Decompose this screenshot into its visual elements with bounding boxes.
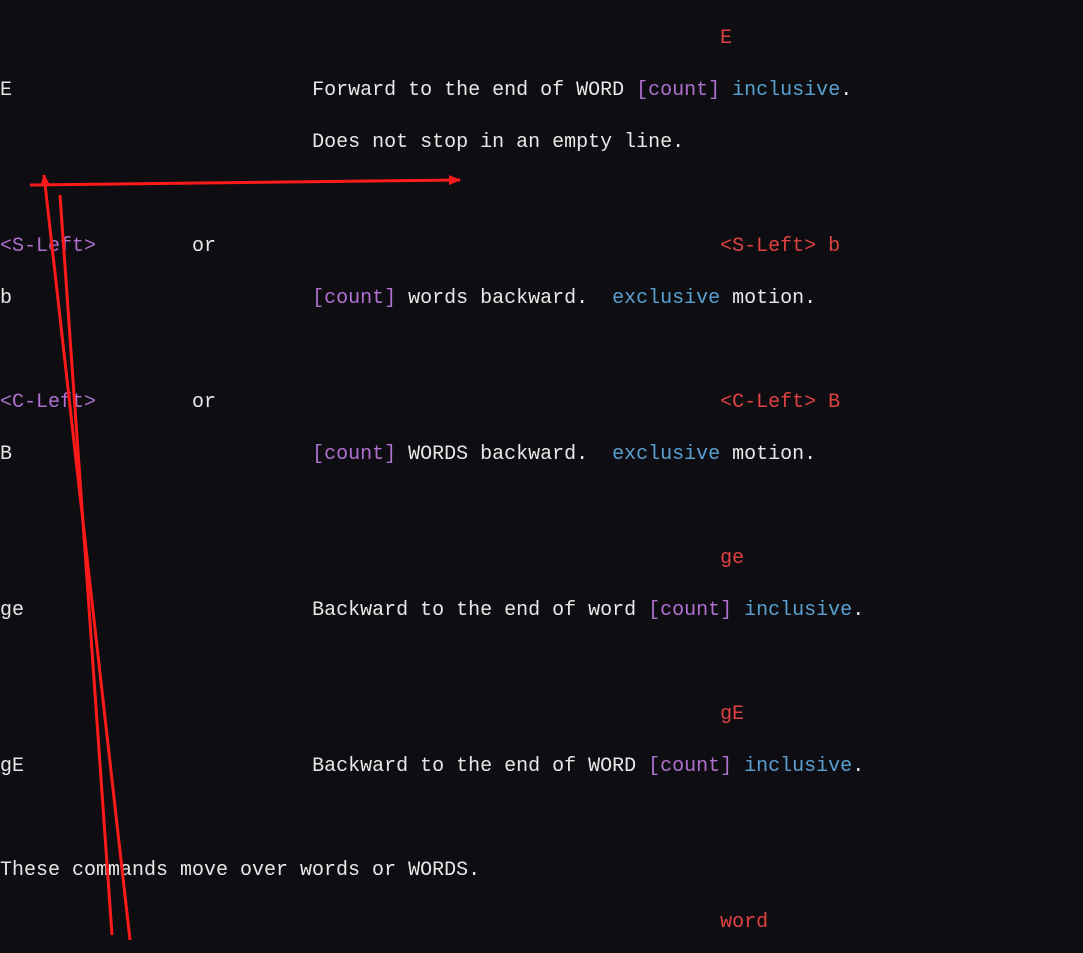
count-link-b: [count] — [312, 287, 396, 310]
blank — [0, 494, 1083, 520]
motion-b: motion. — [720, 287, 816, 310]
tag-b: b — [816, 235, 840, 258]
blank — [0, 338, 1083, 364]
cmd-gE: gE — [0, 755, 24, 778]
help-line-tag-E: E — [0, 26, 1083, 52]
help-line-b: b [count] words backward. exclusive moti… — [0, 286, 1083, 312]
count-link-gE: [count] — [648, 755, 732, 778]
desc-gE-pre: Backward to the end of WORD — [312, 755, 648, 778]
help-line-gE: gE Backward to the end of WORD [count] i… — [0, 754, 1083, 780]
inclusive-link-ge: inclusive — [744, 599, 852, 622]
help-line-B: B [count] WORDS backward. exclusive moti… — [0, 442, 1083, 468]
inclusive-link: inclusive — [732, 79, 840, 102]
help-line-tag-word: word — [0, 910, 1083, 936]
help-line-tag-gE: gE — [0, 702, 1083, 728]
inclusive-link-gE: inclusive — [744, 755, 852, 778]
help-line-these: These commands move over words or WORDS. — [0, 858, 1083, 884]
help-line-cleft: <C-Left> or <C-Left> B — [0, 390, 1083, 416]
vim-terminal: E E Forward to the end of WORD [count] i… — [0, 0, 1083, 953]
desc-E-pre: Forward to the end of WORD — [312, 79, 636, 102]
help-line-ge: ge Backward to the end of word [count] i… — [0, 598, 1083, 624]
cmd-ge: ge — [0, 599, 24, 622]
blank — [0, 182, 1083, 208]
exclusive-link-B: exclusive — [612, 443, 720, 466]
key-s-left: <S-Left> — [0, 235, 96, 258]
key-c-left: <C-Left> — [0, 391, 96, 414]
tag-c-left: <C-Left> — [720, 391, 816, 414]
blank — [0, 650, 1083, 676]
cmd-b: b — [0, 287, 12, 310]
tag-s-left: <S-Left> — [720, 235, 816, 258]
help-line-E2: Does not stop in an empty line. — [0, 130, 1083, 156]
motion-B: motion. — [720, 443, 816, 466]
desc-B: WORDS backward. — [396, 443, 612, 466]
tag-ge: ge — [720, 547, 744, 570]
count-link-B: [count] — [312, 443, 396, 466]
tag-gE: gE — [720, 703, 744, 726]
cmd-B: B — [0, 443, 12, 466]
help-line-sleft: <S-Left> or <S-Left> b — [0, 234, 1083, 260]
count-link-ge: [count] — [648, 599, 732, 622]
desc-b: words backward. — [396, 287, 612, 310]
desc-E-line2: Does not stop in an empty line. — [312, 131, 684, 154]
help-line-tag-ge: ge — [0, 546, 1083, 572]
count-link: [count] — [636, 79, 720, 102]
tag-B: B — [816, 391, 840, 414]
help-line-E: E Forward to the end of WORD [count] inc… — [0, 78, 1083, 104]
cmd-E: E — [0, 79, 12, 102]
exclusive-link-b: exclusive — [612, 287, 720, 310]
desc-ge-pre: Backward to the end of word — [312, 599, 648, 622]
tag-word: word — [720, 911, 768, 934]
tag-E: E — [720, 27, 732, 50]
blank — [0, 806, 1083, 832]
